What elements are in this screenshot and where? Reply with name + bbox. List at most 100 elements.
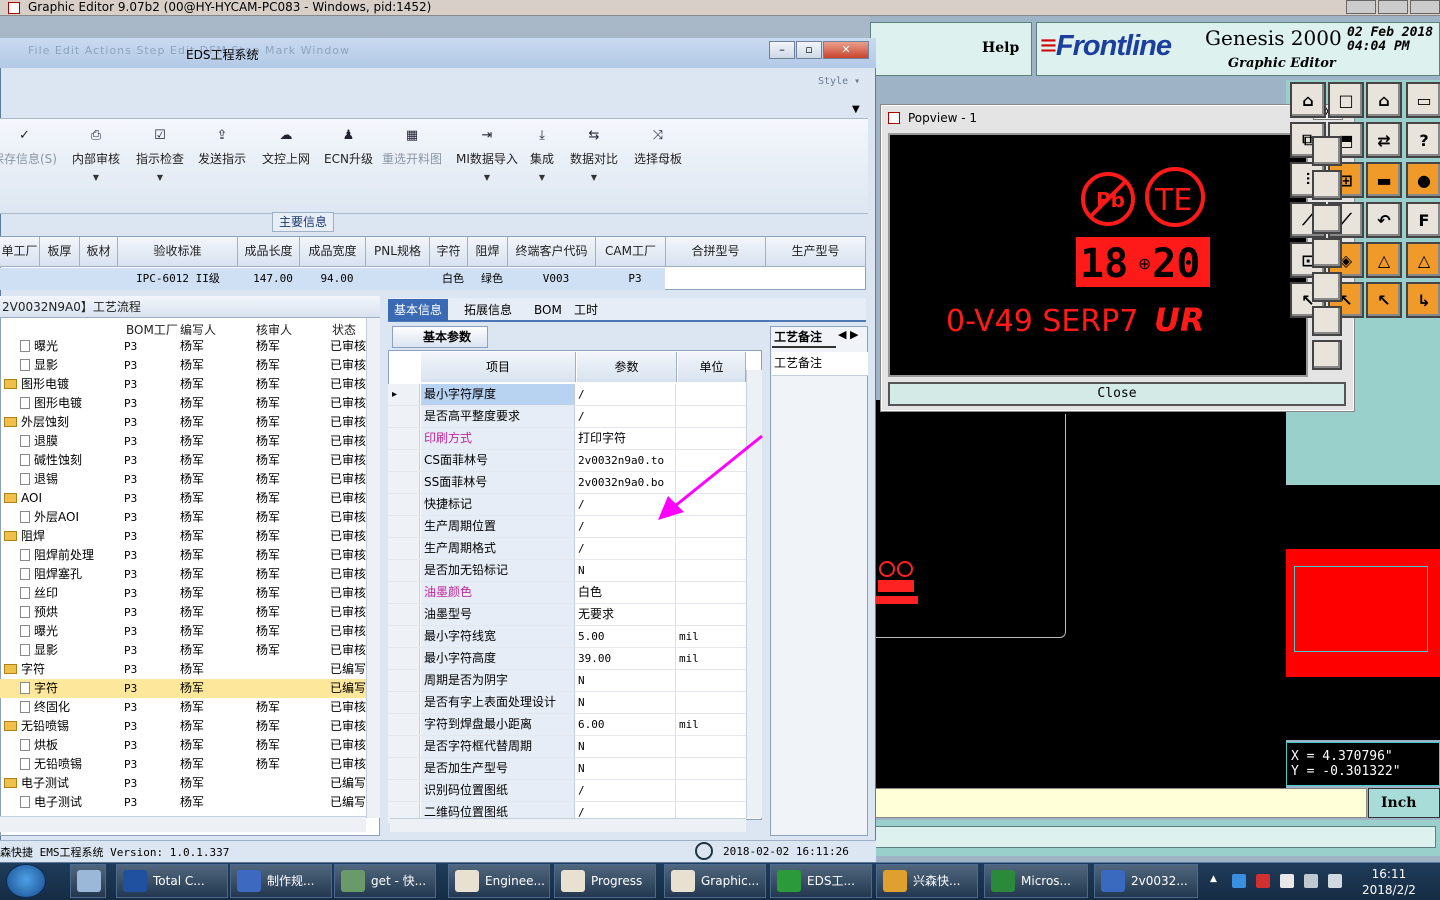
eds-maximize-button[interactable]: ▫ (796, 41, 822, 59)
taskbar-item-0[interactable] (70, 864, 106, 898)
tree-row[interactable]: 碱性蚀刻 P3 杨军 杨军 已审核 (0, 451, 366, 470)
tree-row[interactable]: 外层蚀刻 P3 杨军 杨军 已审核 (0, 413, 366, 432)
taskbar-item-2[interactable]: 制作规... (230, 864, 332, 898)
tab-1[interactable]: 拓展信息 (458, 299, 518, 321)
pointer3-icon[interactable]: ↖ (1366, 282, 1402, 318)
ruler-icon[interactable]: ▬ (1366, 162, 1402, 198)
tab-process-remarks[interactable]: 工艺备注 (772, 326, 836, 348)
taskbar-item-8[interactable]: 兴森快... (876, 864, 978, 898)
eds-close-button[interactable]: ✕ (823, 41, 869, 59)
volume-icon[interactable] (1328, 874, 1342, 888)
main-info-header[interactable]: 字符 (430, 237, 468, 267)
help-button[interactable]: Help (982, 40, 1019, 56)
tree-column-header[interactable]: 核审人 (256, 321, 292, 338)
tree-row[interactable]: 字符 P3 杨军 已编写 (0, 660, 366, 679)
main-info-header[interactable]: 板厚 (40, 237, 80, 267)
tab-scroll-arrows[interactable]: ◀ ▶ (838, 328, 858, 341)
ribbon-button-8[interactable]: ⤓ 集成 ▼ (530, 128, 554, 182)
tree-row[interactable]: 无铅喷锡 P3 杨军 杨军 已审核 (0, 717, 366, 736)
param-value[interactable]: / (576, 538, 676, 559)
ribbon-button-10[interactable]: ⤨ 选择母板 (634, 128, 682, 167)
param-value[interactable]: N (576, 736, 676, 757)
param-value[interactable]: 白色 (576, 582, 676, 603)
style-menu[interactable]: Style ▾ (818, 76, 860, 87)
tree-row[interactable]: 退锡 P3 杨军 杨军 已审核 (0, 470, 366, 489)
main-info-header[interactable]: 成品长度 (238, 237, 300, 267)
flag-icon[interactable] (1280, 874, 1294, 888)
tree-row[interactable]: 终固化 P3 杨军 杨军 已审核 (0, 698, 366, 717)
grid-horizontal-scrollbar[interactable] (390, 818, 746, 832)
main-info-header[interactable]: 生产型号 (766, 237, 866, 267)
taskbar-item-10[interactable]: 2v0032... (1094, 864, 1198, 898)
ribbon-button-0[interactable]: ✓ 保存信息(S) (0, 128, 57, 167)
grid-column-header[interactable]: 单位 (678, 352, 746, 382)
tab-basic-params[interactable]: 基本参数 (392, 326, 488, 348)
popview-tool-icon[interactable] (1312, 340, 1342, 370)
param-row[interactable]: 油墨颜色 白色 (388, 582, 746, 604)
tree-row[interactable]: 丝印 P3 杨军 杨军 已审核 (0, 584, 366, 603)
param-row[interactable]: 是否加生产型号 N (388, 758, 746, 780)
main-info-header[interactable]: 合拼型号 (666, 237, 766, 267)
tree-column-header[interactable]: 编写人 (180, 321, 216, 338)
close-button[interactable] (1410, 0, 1440, 14)
param-row[interactable]: 是否有字上表面处理设计 N (388, 692, 746, 714)
tree-row[interactable]: 电子测试 P3 杨军 已编写 (0, 774, 366, 793)
tray-app-icon[interactable] (1256, 874, 1270, 888)
tree-row[interactable]: 图形电镀 P3 杨军 杨军 已审核 (0, 375, 366, 394)
command-line[interactable] (870, 788, 1367, 818)
main-info-header[interactable]: 成品宽度 (300, 237, 366, 267)
tree-row[interactable]: 预烘 P3 杨军 杨军 已审核 (0, 603, 366, 622)
tray-network-app-icon[interactable] (1232, 874, 1246, 888)
tree-row[interactable]: 退膜 P3 杨军 杨军 已审核 (0, 432, 366, 451)
tray-expand-icon[interactable]: ▲ (1210, 874, 1224, 888)
tree-row[interactable]: 显影 P3 杨军 杨军 已审核 (0, 356, 366, 375)
help-icon[interactable]: ? (1406, 122, 1440, 158)
taskbar-item-7[interactable]: EDS工... (770, 864, 872, 898)
taskbar-item-6[interactable]: Graphic... (664, 864, 766, 898)
tree-horizontal-scrollbar[interactable] (0, 816, 366, 832)
tree-row[interactable]: 图形电镀 P3 杨军 杨军 已审核 (0, 394, 366, 413)
popview-tool-icon[interactable] (1312, 204, 1342, 234)
tab-2[interactable]: BOM (528, 299, 568, 321)
param-row[interactable]: 是否字符框代替周期 N (388, 736, 746, 758)
tree-row[interactable]: 曝光 P3 杨军 杨军 已审核 (0, 337, 366, 356)
taskbar-item-5[interactable]: Progress (554, 864, 656, 898)
ribbon-button-2[interactable]: ☑ 指示检查 ▼ (136, 128, 184, 182)
param-value[interactable]: N (576, 758, 676, 779)
param-value[interactable]: 6.00 (576, 714, 676, 735)
tree-row[interactable]: 阻焊 P3 杨军 杨军 已审核 (0, 527, 366, 546)
param-value[interactable]: 39.00 (576, 648, 676, 669)
taskbar-clock[interactable]: 16:11 2018/2/2 (1362, 866, 1416, 898)
main-info-header[interactable]: 单工厂 (0, 237, 40, 267)
ratio-icon[interactable]: ⇄ (1366, 122, 1402, 158)
param-value[interactable]: / (576, 384, 676, 405)
taskbar-item-1[interactable]: Total C... (116, 864, 228, 898)
start-button[interactable] (6, 864, 46, 898)
param-row[interactable]: 是否加无铅标记 N (388, 560, 746, 582)
grid-column-header[interactable]: 参数 (577, 352, 677, 382)
popview-tool-icon[interactable] (1312, 136, 1342, 166)
units-selector[interactable]: Inch (1368, 788, 1440, 818)
param-row[interactable]: 最小字符线宽 5.00 mil (388, 626, 746, 648)
tree-row[interactable]: 烘板 P3 杨军 杨军 已审核 (0, 736, 366, 755)
minimize-button[interactable] (1346, 0, 1376, 14)
tree-row[interactable]: 阻焊前处理 P3 杨军 杨军 已审核 (0, 546, 366, 565)
param-value[interactable]: N (576, 692, 676, 713)
dot-icon[interactable]: ● (1406, 162, 1440, 198)
tree-row[interactable]: 阻焊塞孔 P3 杨军 杨军 已审核 (0, 565, 366, 584)
eds-minimize-button[interactable]: – (769, 41, 795, 59)
ribbon-button-1[interactable]: ⎙ 内部审核 ▼ (72, 128, 120, 182)
ribbon-button-4[interactable]: ☁ 文控上网 (262, 128, 310, 167)
tree-column-header[interactable]: 状态 (332, 321, 356, 338)
param-value[interactable]: N (576, 560, 676, 581)
main-info-header[interactable]: 阻焊 (468, 237, 508, 267)
popview-close-button[interactable]: Close (888, 382, 1346, 406)
network-icon[interactable] (1304, 874, 1318, 888)
tree-vertical-scrollbar[interactable] (366, 318, 380, 818)
square-icon[interactable]: □ (1328, 82, 1364, 118)
taskbar-item-9[interactable]: Micros... (984, 864, 1088, 898)
param-value[interactable]: 5.00 (576, 626, 676, 647)
tree-row[interactable]: 无铅喷锡 P3 杨军 杨军 已审核 (0, 755, 366, 774)
popview-tool-icon[interactable] (1312, 238, 1342, 268)
tree-row[interactable]: 显影 P3 杨军 杨军 已审核 (0, 641, 366, 660)
